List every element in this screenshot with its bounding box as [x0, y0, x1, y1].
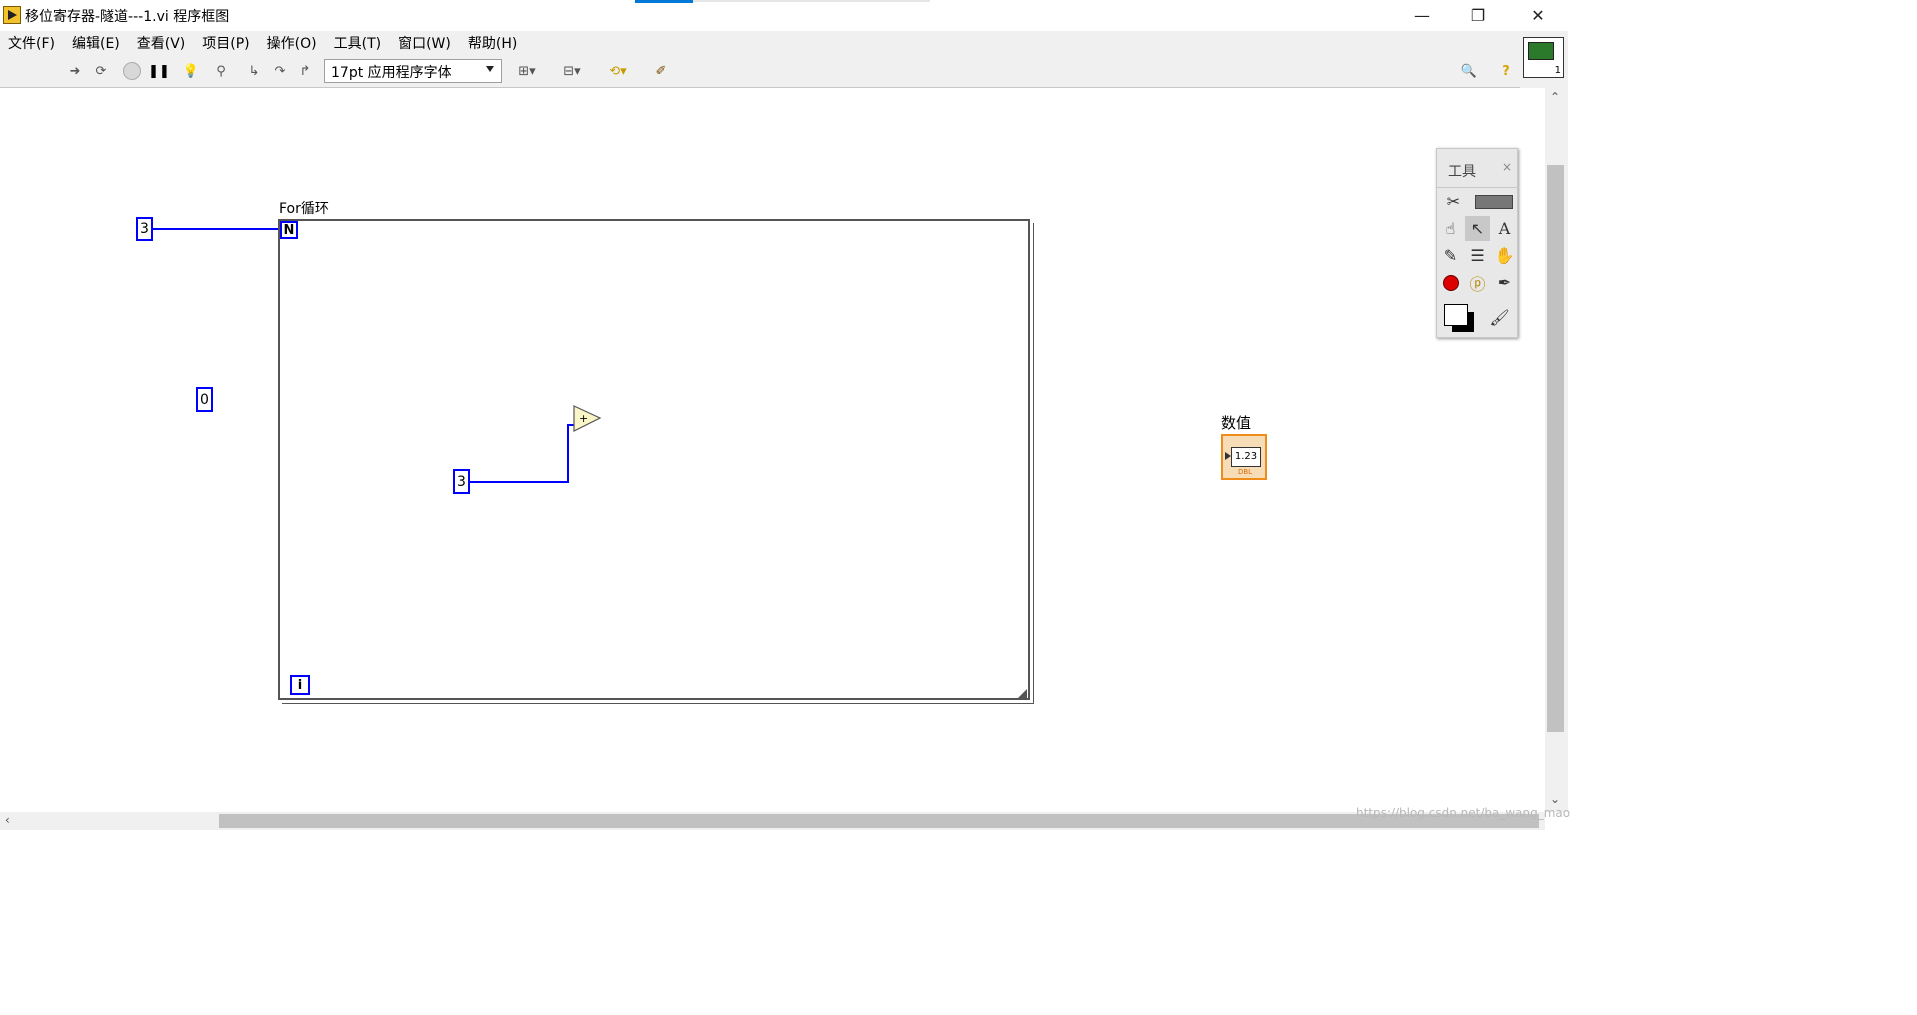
- scroll-up-icon[interactable]: ⌃: [1550, 90, 1560, 104]
- menu-tools[interactable]: 工具(T): [326, 31, 390, 53]
- position-size-select-tool-icon[interactable]: ↖: [1465, 216, 1490, 241]
- run-continuously-icon[interactable]: ⟳: [92, 62, 110, 80]
- tools-divider: [1437, 187, 1519, 188]
- automatic-tool-selection-icon[interactable]: ✂: [1441, 189, 1466, 214]
- connect-wire-tool-icon[interactable]: ✎: [1438, 243, 1463, 268]
- numeric-indicator[interactable]: 1.23 DBL: [1221, 434, 1267, 480]
- title-bar: 移位寄存器-隧道---1.vi 程序框图 — ❐ ✕: [0, 0, 1568, 31]
- for-loop-label[interactable]: For循环: [279, 198, 329, 218]
- loop-resize-corner[interactable]: [1018, 689, 1027, 698]
- retain-wire-values-icon[interactable]: ⚲: [212, 62, 230, 80]
- vi-icon-number: 1: [1554, 65, 1561, 76]
- title-accent-line: [693, 0, 930, 2]
- wire-inner-v[interactable]: [567, 424, 569, 483]
- distribute-objects-icon[interactable]: ⊟▾: [557, 62, 587, 80]
- automatic-tool-indicator[interactable]: [1473, 189, 1515, 214]
- step-into-icon[interactable]: ↳: [245, 62, 263, 80]
- menu-bar: 文件(F) 编辑(E) 查看(V) 项目(P) 操作(O) 工具(T) 窗口(W…: [0, 31, 1520, 53]
- for-loop[interactable]: N i: [278, 219, 1030, 700]
- menu-project[interactable]: 项目(P): [194, 31, 258, 53]
- step-out-icon[interactable]: ↱: [296, 62, 314, 80]
- wire-count[interactable]: [152, 228, 279, 230]
- menu-file[interactable]: 文件(F): [0, 31, 64, 53]
- menu-window[interactable]: 窗口(W): [390, 31, 460, 53]
- run-arrow-icon[interactable]: ➜: [66, 62, 84, 80]
- operate-value-tool-icon[interactable]: ☝: [1438, 216, 1463, 241]
- watermark: https://blog.csdn.net/ba_wang_mao: [1356, 806, 1571, 820]
- menu-help[interactable]: 帮助(H): [460, 31, 526, 53]
- menu-view[interactable]: 查看(V): [129, 31, 195, 53]
- restore-button[interactable]: ❐: [1450, 0, 1506, 31]
- shortcut-menu-tool-icon[interactable]: ☰: [1465, 243, 1490, 268]
- horizontal-scroll-thumb[interactable]: [219, 814, 1539, 828]
- probe-tool-icon[interactable]: ⓟ: [1465, 270, 1490, 295]
- scroll-window-tool-icon[interactable]: ✋: [1492, 243, 1517, 268]
- indicator-type: DBL: [1237, 468, 1253, 476]
- font-select[interactable]: 17pt 应用程序字体: [324, 59, 502, 83]
- menu-edit[interactable]: 编辑(E): [64, 31, 129, 53]
- vertical-scroll-thumb[interactable]: [1547, 165, 1564, 732]
- tools-palette-title: 工具: [1448, 164, 1476, 180]
- step-over-icon[interactable]: ↷: [271, 62, 289, 80]
- title-accent-bar: [635, 0, 693, 3]
- paint-brush-tool-icon[interactable]: 🖌: [1487, 305, 1512, 330]
- pause-icon[interactable]: ❚❚: [148, 62, 170, 80]
- scroll-down-icon[interactable]: ⌄: [1550, 792, 1560, 806]
- breakpoint-tool-icon[interactable]: [1438, 270, 1463, 295]
- vi-icon[interactable]: 1: [1523, 37, 1564, 78]
- tools-palette-close-button[interactable]: ×: [1499, 159, 1515, 175]
- numeric-constant-zero[interactable]: 0: [196, 387, 213, 412]
- abort-icon[interactable]: [123, 62, 141, 80]
- reorder-icon[interactable]: ⟲▾: [602, 62, 634, 80]
- indicator-display: 1.23: [1231, 447, 1261, 467]
- iteration-terminal[interactable]: i: [290, 675, 310, 695]
- edit-text-tool-icon[interactable]: A: [1492, 216, 1517, 241]
- vi-icon-graphic: [1528, 42, 1554, 60]
- menu-operate[interactable]: 操作(O): [259, 31, 326, 53]
- numeric-constant-inner[interactable]: 3: [453, 469, 470, 494]
- search-icon[interactable]: 🔍: [1456, 62, 1482, 80]
- toolbar: ➜ ⟳ ❚❚ 💡 ⚲ ↳ ↷ ↱ ⊞▾ ⊟▾ ⟲▾ ✐ 🔍 ?: [0, 53, 1520, 88]
- get-color-tool-icon[interactable]: ✒: [1492, 270, 1517, 295]
- close-button[interactable]: ✕: [1510, 0, 1566, 31]
- wire-inner-h[interactable]: [470, 481, 568, 483]
- scroll-left-icon[interactable]: ‹: [5, 813, 10, 827]
- align-objects-icon[interactable]: ⊞▾: [512, 62, 542, 80]
- add-function-symbol: +: [579, 412, 588, 425]
- minimize-button[interactable]: —: [1394, 0, 1450, 31]
- highlight-execution-icon[interactable]: 💡: [182, 62, 200, 80]
- loop-count-terminal[interactable]: N: [280, 221, 298, 239]
- labview-app-icon: [3, 6, 21, 24]
- add-function[interactable]: +: [572, 404, 602, 434]
- cleanup-diagram-icon[interactable]: ✐: [648, 62, 674, 80]
- chevron-down-icon: [486, 66, 494, 72]
- numeric-constant-count[interactable]: 3: [136, 217, 153, 241]
- tools-palette: 工具 × ✂ ☝ ↖ A ✎ ☰ ✋ ⓟ ✒ 🖌: [1436, 148, 1519, 338]
- set-color-tool-icon[interactable]: [1438, 300, 1482, 336]
- window-title: 移位寄存器-隧道---1.vi 程序框图: [25, 9, 230, 25]
- help-icon[interactable]: ?: [1497, 62, 1515, 80]
- numeric-indicator-label[interactable]: 数值: [1221, 412, 1251, 433]
